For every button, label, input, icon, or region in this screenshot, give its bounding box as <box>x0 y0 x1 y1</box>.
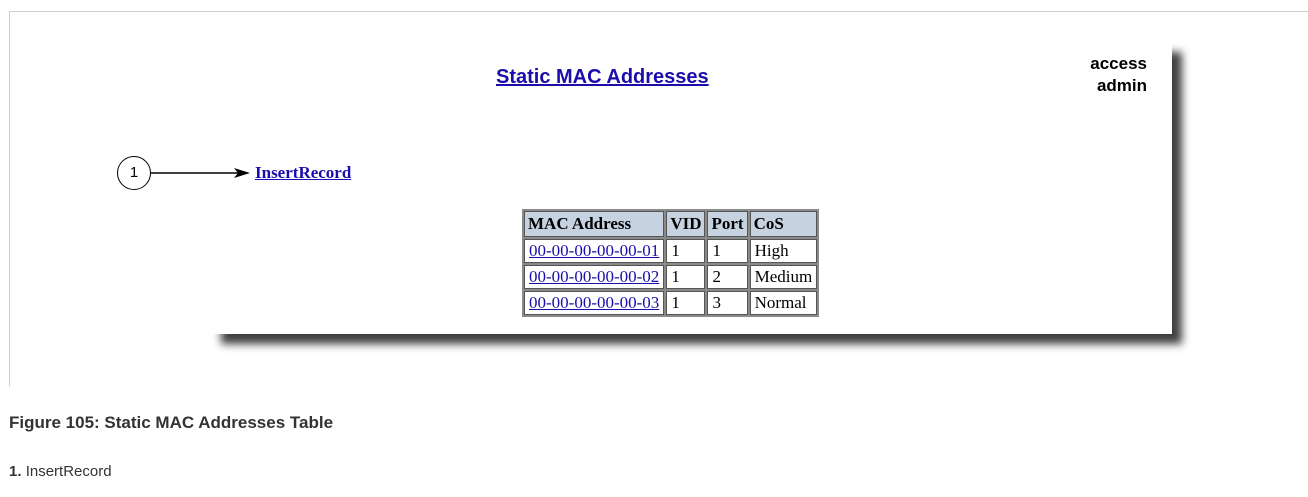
table-header-row: MAC Address VID Port CoS <box>524 211 818 237</box>
access-user: admin <box>1096 76 1147 95</box>
figure-note: 1. InsertRecord <box>9 463 112 480</box>
access-info: access admin <box>1090 53 1147 97</box>
callout-marker: 1 <box>117 156 151 190</box>
column-header: MAC Address <box>524 211 665 237</box>
cos-cell: Normal <box>749 291 818 315</box>
access-label: access <box>1090 54 1147 73</box>
vid-cell: 1 <box>666 291 706 315</box>
cos-cell: Medium <box>749 265 818 289</box>
port-cell: 3 <box>707 291 748 315</box>
column-header: VID <box>666 211 706 237</box>
mac-address-link[interactable]: 00-00-00-00-00-01 <box>529 241 659 260</box>
callout-arrow-icon <box>150 168 250 178</box>
table-row: 00-00-00-00-00-02 1 2 Medium <box>524 265 818 289</box>
figure-caption: Figure 105: Static MAC Addresses Table <box>9 413 334 432</box>
mac-address-link[interactable]: 00-00-00-00-00-03 <box>529 293 659 312</box>
vid-cell: 1 <box>666 265 706 289</box>
insert-record-link[interactable]: InsertRecord <box>255 163 351 183</box>
vid-cell: 1 <box>666 239 706 263</box>
table-row: 00-00-00-00-00-03 1 3 Normal <box>524 291 818 315</box>
mac-address-link[interactable]: 00-00-00-00-00-02 <box>529 267 659 286</box>
table-row: 00-00-00-00-00-01 1 1 High <box>524 239 818 263</box>
note-number: 1. <box>9 463 22 480</box>
cos-cell: High <box>749 239 818 263</box>
column-header: Port <box>707 211 748 237</box>
note-text: InsertRecord <box>25 463 112 480</box>
static-mac-table: MAC Address VID Port CoS 00-00-00-00-00-… <box>522 209 820 317</box>
column-header: CoS <box>749 211 818 237</box>
port-cell: 1 <box>707 239 748 263</box>
port-cell: 2 <box>707 265 748 289</box>
page-title-link[interactable]: Static MAC Addresses <box>496 66 709 89</box>
